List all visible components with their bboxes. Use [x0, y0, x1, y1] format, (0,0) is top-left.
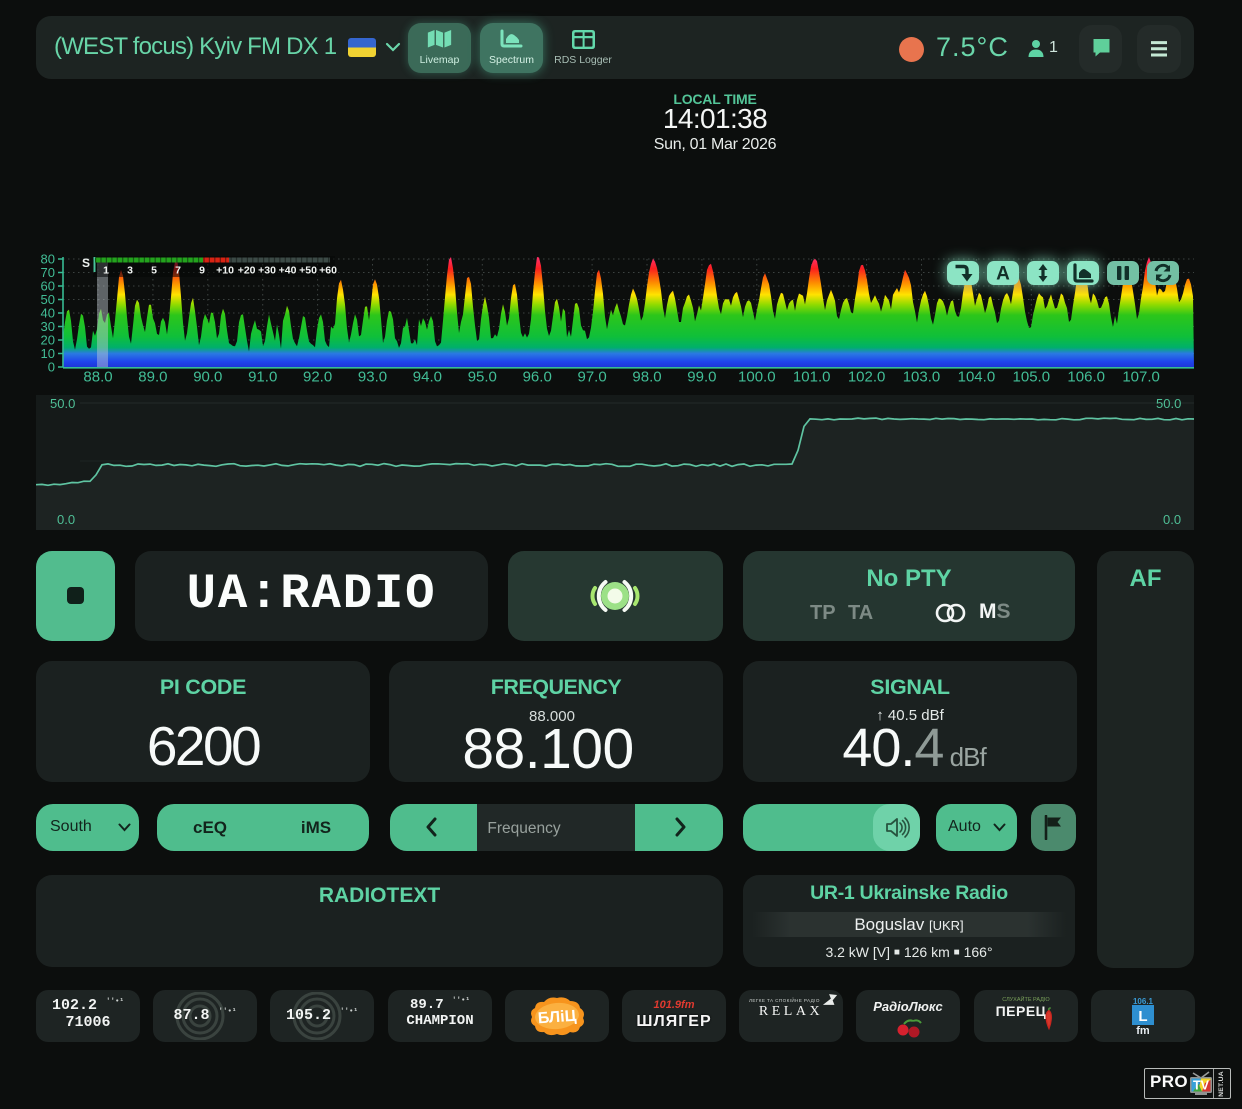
svg-text:+40: +40 — [279, 265, 297, 277]
svg-text:103.0: 103.0 — [903, 369, 941, 386]
svg-text:91.0: 91.0 — [248, 369, 277, 386]
svg-text:107.0: 107.0 — [1122, 369, 1160, 386]
svg-text:80: 80 — [41, 252, 55, 267]
svg-text:89.0: 89.0 — [138, 369, 167, 386]
svg-text:105.0: 105.0 — [1013, 369, 1051, 386]
svg-text:106.1: 106.1 — [1133, 997, 1154, 1006]
svg-text:+30: +30 — [258, 265, 276, 277]
svg-text:60: 60 — [41, 279, 55, 294]
svg-text:+50: +50 — [299, 265, 317, 277]
svg-text:+20: +20 — [238, 265, 256, 277]
svg-text:99.0: 99.0 — [687, 369, 716, 386]
svg-text:0.0: 0.0 — [1163, 512, 1181, 527]
svg-text:3: 3 — [127, 265, 133, 277]
svg-text:93.0: 93.0 — [358, 369, 387, 386]
svg-text:5: 5 — [151, 265, 157, 277]
svg-text:90.0: 90.0 — [193, 369, 222, 386]
svg-text:50.0: 50.0 — [1156, 396, 1181, 411]
svg-text:97.0: 97.0 — [577, 369, 606, 386]
svg-text:A: A — [996, 264, 1010, 285]
svg-text:95.0: 95.0 — [468, 369, 497, 386]
svg-text:30: 30 — [41, 319, 55, 334]
svg-text:104.0: 104.0 — [958, 369, 996, 386]
svg-text:0: 0 — [48, 360, 55, 375]
svg-text:102.0: 102.0 — [848, 369, 886, 386]
svg-text:1: 1 — [103, 265, 109, 277]
svg-text:88.0: 88.0 — [83, 369, 112, 386]
svg-text:0.0: 0.0 — [57, 512, 75, 527]
svg-text:106.0: 106.0 — [1067, 369, 1105, 386]
svg-text:70: 70 — [41, 265, 55, 280]
svg-text:БЛіЦ: БЛіЦ — [537, 1008, 577, 1028]
svg-text:S: S — [82, 256, 90, 270]
svg-text:L: L — [1138, 1008, 1147, 1025]
svg-text:40: 40 — [41, 306, 55, 321]
svg-text:10: 10 — [41, 346, 55, 361]
svg-text:92.0: 92.0 — [303, 369, 332, 386]
svg-text:20: 20 — [41, 333, 55, 348]
svg-text:+10: +10 — [216, 265, 234, 277]
svg-text:94.0: 94.0 — [413, 369, 442, 386]
svg-text:fm: fm — [1136, 1025, 1150, 1037]
svg-text:+60: +60 — [319, 265, 337, 277]
svg-text:100.0: 100.0 — [738, 369, 776, 386]
svg-text:TV: TV — [1193, 1079, 1210, 1093]
svg-text:101.0: 101.0 — [793, 369, 831, 386]
svg-text:98.0: 98.0 — [632, 369, 661, 386]
svg-text:7: 7 — [175, 265, 181, 277]
svg-text:96.0: 96.0 — [523, 369, 552, 386]
svg-text:50: 50 — [41, 292, 55, 307]
svg-text:9: 9 — [199, 265, 205, 277]
svg-text:50.0: 50.0 — [50, 396, 75, 411]
